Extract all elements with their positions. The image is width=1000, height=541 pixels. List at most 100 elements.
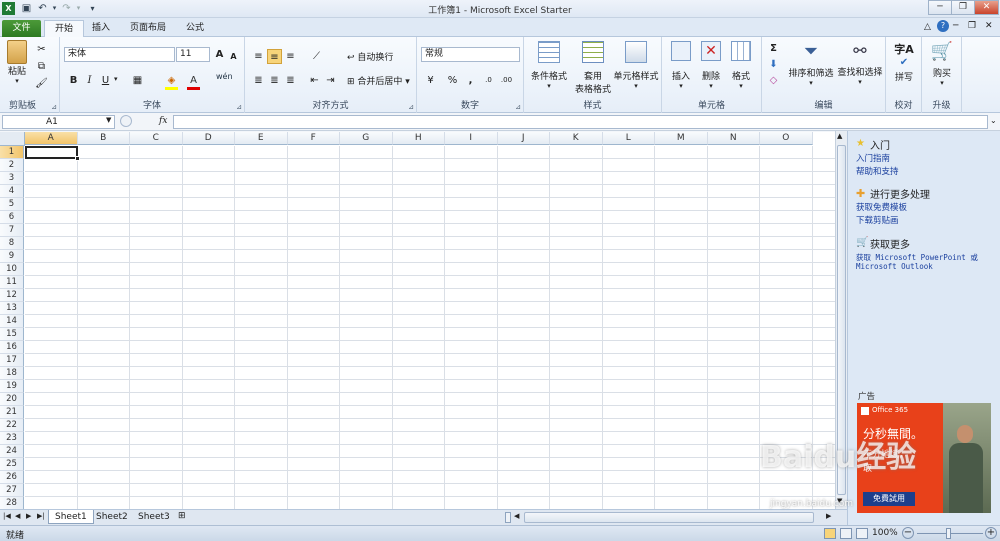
help-support-link[interactable]: 帮助和支持 bbox=[856, 165, 899, 177]
tab-formulas[interactable]: 公式 bbox=[176, 20, 214, 37]
orientation-icon[interactable]: ⟋ bbox=[309, 49, 324, 64]
dialog-launcher-icon[interactable]: ⊿ bbox=[236, 103, 242, 111]
find-select-button[interactable]: ⚯ 查找和选择 ▾ bbox=[834, 41, 886, 86]
row-header[interactable]: 8 bbox=[0, 237, 24, 250]
new-sheet-icon[interactable]: ⊞ bbox=[178, 511, 186, 521]
align-bottom-icon[interactable]: ≡ bbox=[283, 49, 298, 64]
decrease-indent-icon[interactable]: ⇤ bbox=[307, 73, 322, 88]
sheet-tab-2[interactable]: Sheet2 bbox=[90, 510, 134, 524]
row-header[interactable]: 20 bbox=[0, 393, 24, 406]
insert-cells-button[interactable]: 插入 ▾ bbox=[666, 41, 696, 90]
bold-button[interactable]: B bbox=[66, 73, 81, 88]
currency-icon[interactable]: ¥ bbox=[423, 73, 438, 88]
column-header[interactable]: C bbox=[130, 132, 183, 145]
grow-font-button[interactable]: A bbox=[212, 47, 227, 62]
column-header[interactable]: B bbox=[77, 132, 130, 145]
column-header[interactable]: F bbox=[287, 132, 340, 145]
copy-icon[interactable]: ⧉ bbox=[34, 59, 49, 74]
column-header[interactable]: L bbox=[602, 132, 655, 145]
tab-file[interactable]: 文件 bbox=[2, 20, 41, 37]
row-header[interactable]: 1 bbox=[0, 146, 24, 159]
borders-icon[interactable]: ▦ bbox=[130, 73, 145, 88]
align-top-icon[interactable]: ≡ bbox=[251, 49, 266, 64]
first-sheet-icon[interactable]: |◀ bbox=[3, 512, 11, 520]
fill-color-icon[interactable]: ◈ bbox=[164, 73, 179, 88]
tab-page-layout[interactable]: 页面布局 bbox=[120, 20, 176, 37]
sheet-tab-1[interactable]: Sheet1 bbox=[48, 510, 94, 524]
row-header[interactable]: 3 bbox=[0, 172, 24, 185]
column-header[interactable]: M bbox=[655, 132, 708, 145]
active-cell[interactable] bbox=[25, 146, 78, 159]
row-header[interactable]: 13 bbox=[0, 302, 24, 315]
cut-icon[interactable]: ✂ bbox=[34, 42, 49, 57]
row-header[interactable]: 24 bbox=[0, 445, 24, 458]
page-layout-view-icon[interactable] bbox=[840, 528, 852, 539]
align-left-icon[interactable]: ≣ bbox=[251, 73, 266, 88]
dialog-launcher-icon[interactable]: ⊿ bbox=[515, 103, 521, 111]
clear-icon[interactable]: ◇ bbox=[766, 73, 781, 88]
zoom-in-button[interactable]: + bbox=[985, 527, 997, 539]
ad-trial-button[interactable]: 免費試用 bbox=[863, 492, 915, 506]
spelling-button[interactable]: 字A ✔ 拼写 bbox=[888, 41, 920, 83]
format-painter-icon[interactable]: 🖌 bbox=[34, 76, 49, 91]
select-all-corner[interactable] bbox=[0, 132, 25, 146]
sort-filter-button[interactable]: ⏷ 排序和筛选 ▾ bbox=[786, 41, 836, 87]
cell-styles-button[interactable]: 单元格样式 ▾ bbox=[612, 41, 660, 90]
prev-sheet-icon[interactable]: ◀ bbox=[15, 512, 20, 520]
row-header[interactable]: 26 bbox=[0, 471, 24, 484]
worksheet-grid[interactable]: ABCDEFGHIJKLMNO 1 2 3 4 5 6 7 8 9 10 11 12 13 14 15 16 1… bbox=[0, 132, 835, 509]
horizontal-scroll-thumb[interactable] bbox=[524, 512, 814, 523]
download-clipart-link[interactable]: 下载剪贴画 bbox=[856, 214, 899, 226]
font-color-icon[interactable]: A bbox=[186, 73, 201, 88]
expand-formula-bar-icon[interactable]: ⌄ bbox=[990, 116, 997, 125]
align-middle-icon[interactable]: ≡ bbox=[267, 49, 282, 64]
name-box[interactable]: A1 bbox=[2, 115, 115, 129]
zoom-level[interactable]: 100% bbox=[872, 528, 898, 538]
free-templates-link[interactable]: 获取免费模板 bbox=[856, 201, 907, 213]
column-header[interactable]: N bbox=[707, 132, 760, 145]
row-header[interactable]: 14 bbox=[0, 315, 24, 328]
row-header[interactable]: 27 bbox=[0, 484, 24, 497]
row-header[interactable]: 19 bbox=[0, 380, 24, 393]
insert-function-button[interactable]: fx bbox=[159, 116, 167, 126]
maximize-button[interactable]: ❐ bbox=[951, 0, 975, 15]
purchase-button[interactable]: 🛒 购买 ▾ bbox=[924, 41, 960, 87]
row-header[interactable]: 23 bbox=[0, 432, 24, 445]
paste-button[interactable]: 粘贴 ▾ bbox=[4, 40, 30, 85]
column-header[interactable]: G bbox=[340, 132, 393, 145]
row-header[interactable]: 6 bbox=[0, 211, 24, 224]
row-header[interactable]: 4 bbox=[0, 185, 24, 198]
column-header[interactable]: I bbox=[445, 132, 498, 145]
row-header[interactable]: 9 bbox=[0, 250, 24, 263]
merge-center-button[interactable]: ⊞ 合并后居中 ▾ bbox=[347, 74, 410, 87]
italic-button[interactable]: I bbox=[82, 73, 97, 88]
phonetic-icon[interactable]: wén bbox=[216, 72, 233, 81]
zoom-slider-thumb[interactable] bbox=[946, 528, 951, 539]
font-name-select[interactable]: 宋体 bbox=[64, 47, 175, 62]
getting-started-link[interactable]: 入门指南 bbox=[856, 152, 890, 164]
help-icon[interactable]: ? bbox=[937, 20, 949, 32]
column-header[interactable]: E bbox=[235, 132, 288, 145]
column-header[interactable]: D bbox=[182, 132, 235, 145]
shrink-font-button[interactable]: A bbox=[226, 49, 241, 64]
row-header[interactable]: 16 bbox=[0, 341, 24, 354]
autosum-button[interactable]: Σ bbox=[766, 41, 781, 56]
zoom-out-button[interactable]: − bbox=[902, 527, 914, 539]
format-as-table-button[interactable]: 套用 表格格式 bbox=[572, 41, 614, 95]
scroll-up-icon[interactable]: ▲ bbox=[837, 132, 842, 140]
align-right-icon[interactable]: ≣ bbox=[283, 73, 298, 88]
increase-decimal-icon[interactable]: .0 bbox=[481, 73, 496, 88]
row-header[interactable]: 7 bbox=[0, 224, 24, 237]
formula-input[interactable] bbox=[173, 115, 988, 129]
ribbon-minimize-icon[interactable]: △ bbox=[924, 22, 931, 32]
get-outlook-link[interactable]: Microsoft Outlook bbox=[856, 262, 933, 271]
tab-splitter[interactable] bbox=[505, 512, 511, 523]
row-header[interactable]: 11 bbox=[0, 276, 24, 289]
conditional-format-button[interactable]: 条件格式 ▾ bbox=[528, 41, 570, 90]
window-minimize-icon[interactable]: ─ bbox=[953, 21, 958, 31]
column-header[interactable]: J bbox=[497, 132, 550, 145]
comma-button[interactable]: , bbox=[463, 73, 478, 88]
decrease-decimal-icon[interactable]: .00 bbox=[499, 73, 514, 88]
row-header[interactable]: 10 bbox=[0, 263, 24, 276]
wrap-text-button[interactable]: ↩ 自动换行 bbox=[347, 50, 393, 63]
